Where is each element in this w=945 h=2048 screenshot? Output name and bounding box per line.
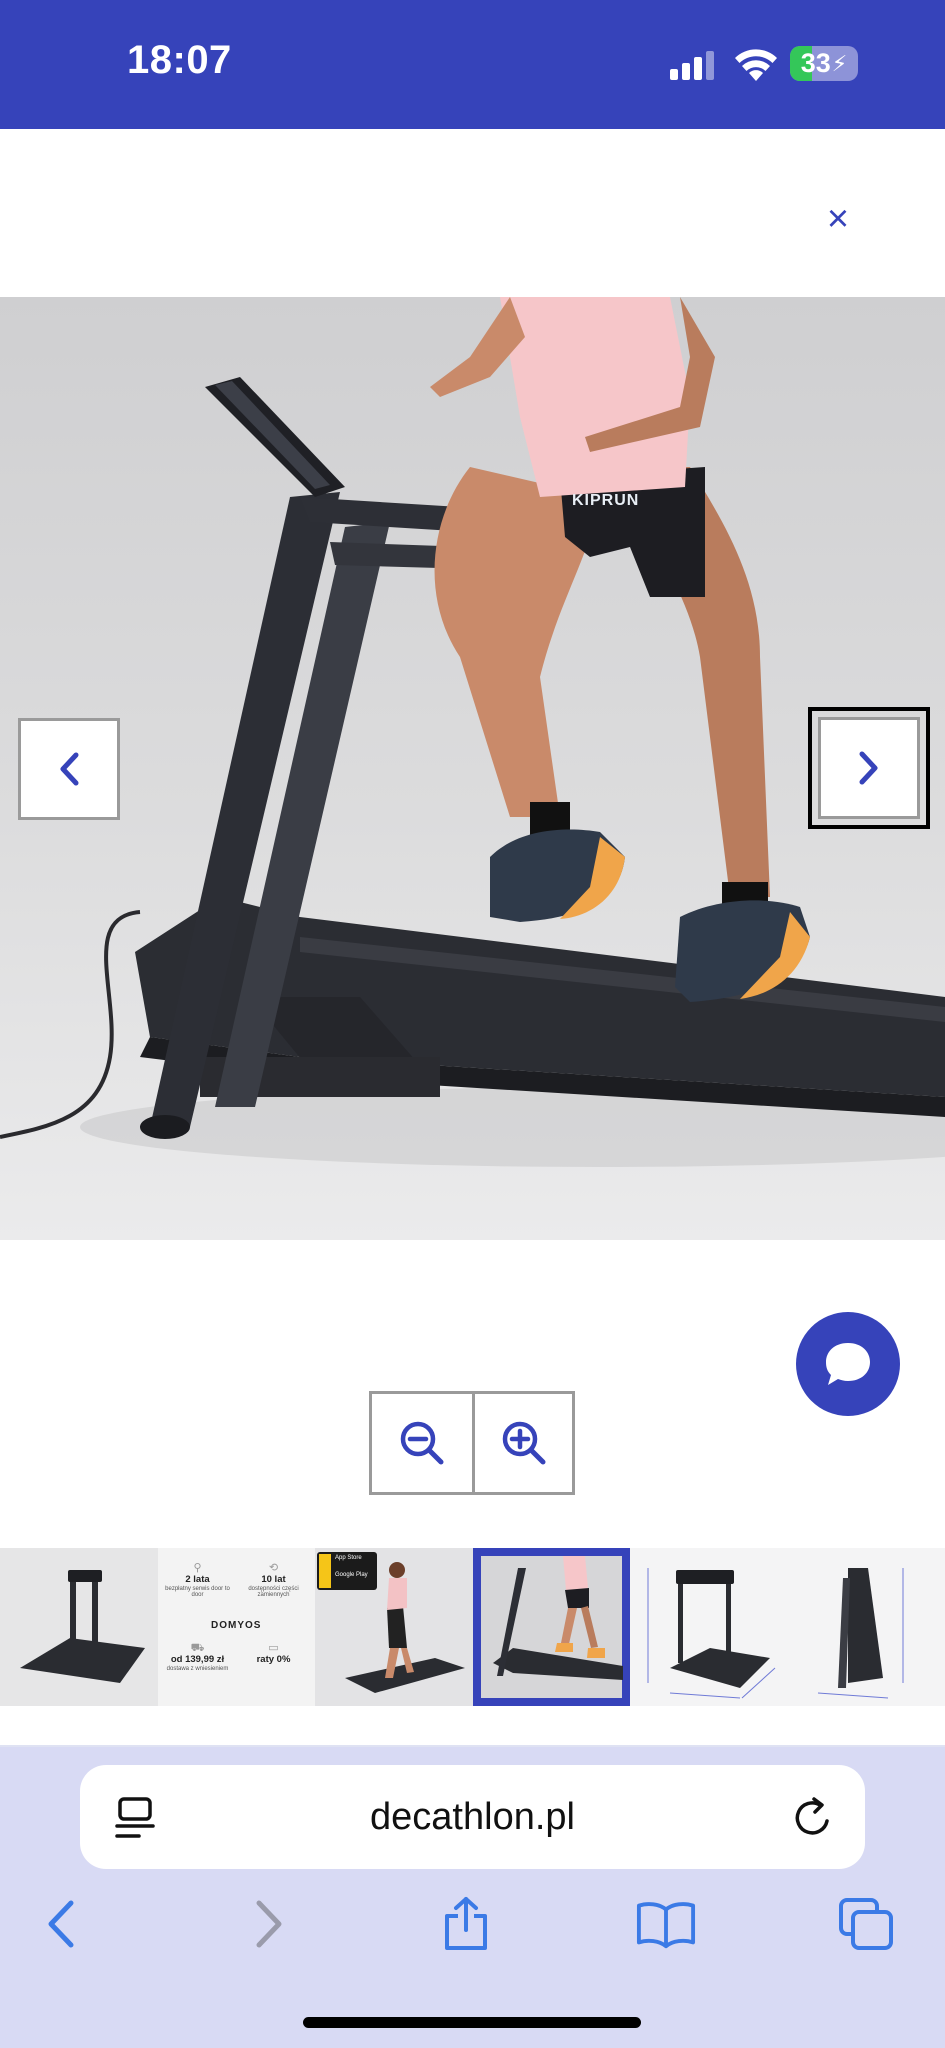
treadmill-dimensions-thumbnail-image	[647, 1568, 776, 1699]
forward-button[interactable]	[238, 1894, 298, 1954]
bolt-icon: ⚡	[831, 50, 848, 76]
forward-arrow-icon	[256, 1900, 282, 1948]
previous-image-button[interactable]	[18, 718, 120, 820]
zoom-controls	[369, 1391, 575, 1495]
tab-list-icon[interactable]	[113, 1795, 157, 1841]
url-text: decathlon.pl	[370, 1795, 575, 1838]
zoom-in-button[interactable]	[472, 1394, 572, 1492]
tabs-button[interactable]	[836, 1894, 896, 1954]
back-arrow-icon	[48, 1900, 74, 1948]
wifi-icon	[735, 49, 777, 81]
book-icon	[636, 1902, 696, 1949]
close-icon: ×	[826, 197, 850, 240]
cellular-signal-icon	[670, 51, 714, 80]
brand-name: DOMYOS	[211, 1620, 262, 1631]
treadmill-folded-thumbnail-image	[817, 1568, 903, 1699]
truck-icon: ⛟	[190, 1642, 205, 1654]
wrench-icon: ⚲	[193, 1562, 202, 1574]
reload-icon[interactable]	[790, 1795, 836, 1841]
cycle-icon: ⟲	[268, 1562, 279, 1574]
share-icon	[445, 1897, 487, 1950]
share-button[interactable]	[436, 1894, 496, 1954]
zoom-out-icon	[400, 1421, 444, 1465]
product-image: KIPRUN	[0, 297, 945, 1240]
zoom-in-icon	[502, 1421, 545, 1465]
thumbnail-5[interactable]	[787, 1548, 945, 1706]
runner-thumbnail-image	[345, 1562, 465, 1693]
thumbnail-2[interactable]: App Store Google Play	[315, 1548, 473, 1706]
zoom-out-button[interactable]	[372, 1394, 472, 1492]
chat-bubble-icon	[826, 1343, 870, 1385]
chat-button[interactable]	[796, 1312, 900, 1416]
bookmarks-button[interactable]	[636, 1894, 696, 1954]
battery-indicator: 33 ⚡	[790, 46, 858, 81]
chevron-right-icon	[859, 751, 878, 785]
next-image-button[interactable]	[808, 707, 930, 829]
treadmill-runner-thumbnail-image	[492, 1556, 623, 1680]
thumbnail-0[interactable]	[0, 1548, 158, 1706]
thumbnail-3[interactable]	[472, 1548, 630, 1706]
chevron-left-icon	[60, 752, 79, 786]
battery-level: 33	[800, 48, 831, 78]
treadmill-thumbnail-image	[20, 1570, 145, 1683]
thumbnail-strip: ⚲ 2 lata bezpłatny serwis door to door ⟲…	[0, 1548, 945, 1706]
shirt-logo: KIPRUN	[572, 492, 640, 509]
treadmill-runner-photo	[0, 297, 945, 1167]
tabs-icon	[839, 1898, 893, 1950]
back-button[interactable]	[32, 1894, 92, 1954]
close-button[interactable]: ×	[815, 196, 861, 242]
card-icon: ▭	[268, 1642, 279, 1654]
thumbnail-1[interactable]: ⚲ 2 lata bezpłatny serwis door to door ⟲…	[157, 1548, 315, 1706]
browser-chrome: decathlon.pl	[0, 1747, 945, 2048]
thumbnail-4[interactable]	[630, 1548, 788, 1706]
status-bar: 18:07 33 ⚡	[0, 0, 945, 129]
home-indicator	[303, 2017, 641, 2028]
status-time: 18:07	[127, 38, 232, 82]
address-bar[interactable]: decathlon.pl	[80, 1765, 865, 1869]
